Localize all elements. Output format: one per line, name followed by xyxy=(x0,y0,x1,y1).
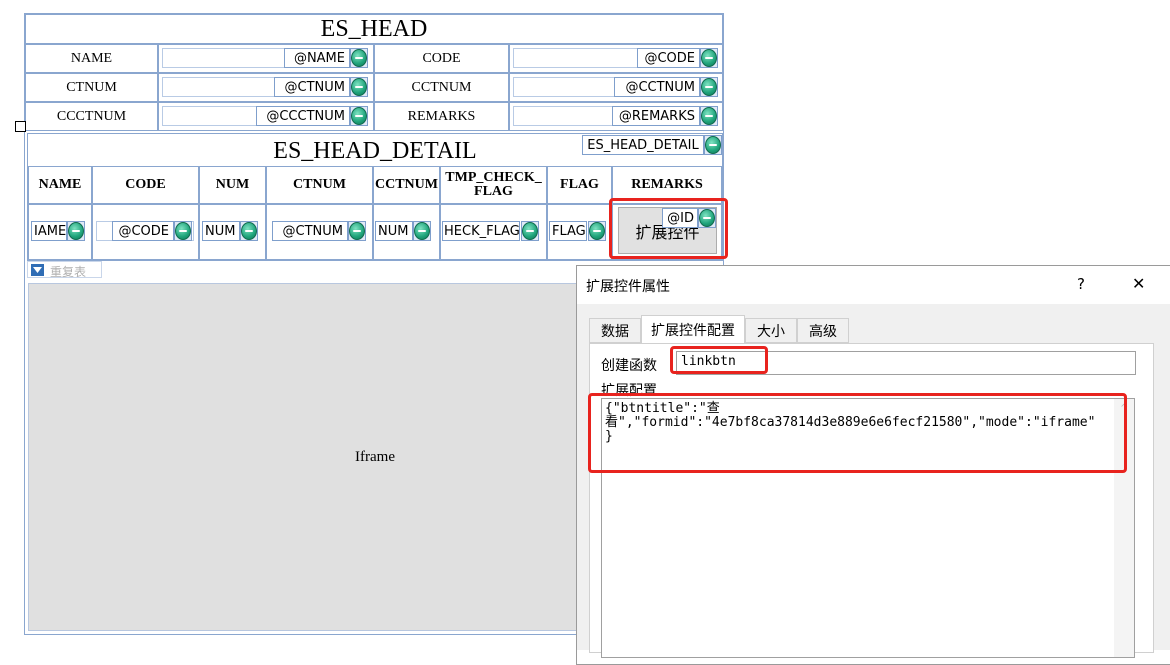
detail-num-tag[interactable]: NUM xyxy=(202,221,240,241)
detail-code-toggle[interactable] xyxy=(174,221,192,241)
label-remarks: REMARKS xyxy=(374,102,509,131)
circle-minus-icon xyxy=(701,78,717,96)
ctnum-field-toggle[interactable] xyxy=(350,77,368,97)
form-title: ES_HEAD xyxy=(25,14,723,44)
col-num: NUM xyxy=(199,166,266,204)
ccctnum-tag[interactable]: @CCCTNUM xyxy=(256,106,350,126)
code-tag[interactable]: @CODE xyxy=(637,48,700,68)
cctnum-tag[interactable]: @CCTNUM xyxy=(614,77,700,97)
circle-minus-icon xyxy=(522,222,538,240)
circle-minus-icon xyxy=(241,222,257,240)
tab-advanced[interactable]: 高级 xyxy=(797,318,849,343)
circle-minus-icon xyxy=(349,222,365,240)
repeat-table-label: 重复表 xyxy=(50,265,87,279)
detail-cctnum-toggle[interactable] xyxy=(413,221,431,241)
create-function-label: 创建函数 xyxy=(601,358,657,374)
col-name: NAME xyxy=(28,166,92,204)
cctnum-field-toggle[interactable] xyxy=(700,77,718,97)
circle-minus-icon xyxy=(589,222,605,240)
tab-extension-config[interactable]: 扩展控件配置 xyxy=(641,315,745,344)
dialog-titlebar: 扩展控件属性 ? ✕ xyxy=(577,266,1170,304)
col-code: CODE xyxy=(92,166,199,204)
label-code: CODE xyxy=(374,44,509,73)
highlight-extension-config xyxy=(588,393,1127,473)
detail-name-toggle[interactable] xyxy=(67,221,85,241)
repeat-table-bar: 重复表 xyxy=(27,261,102,279)
detail-ctnum-tag[interactable]: @CTNUM xyxy=(272,221,348,241)
detail-tag[interactable]: ES_HEAD_DETAIL xyxy=(582,135,704,155)
detail-flag-toggle[interactable] xyxy=(588,221,606,241)
help-button[interactable]: ? xyxy=(1077,275,1085,293)
highlight-extension-control xyxy=(609,198,728,259)
ccctnum-field-toggle[interactable] xyxy=(350,106,368,126)
circle-minus-icon xyxy=(701,49,717,67)
code-field-toggle[interactable] xyxy=(700,48,718,68)
detail-tmp-check-flag-tag[interactable]: HECK_FLAG xyxy=(442,221,520,241)
circle-minus-icon xyxy=(68,222,84,240)
label-cctnum: CCTNUM xyxy=(374,73,509,102)
tab-size[interactable]: 大小 xyxy=(745,318,797,343)
detail-code-tag[interactable]: @CODE xyxy=(112,221,174,241)
circle-minus-icon xyxy=(175,222,191,240)
tab-data[interactable]: 数据 xyxy=(589,318,641,343)
detail-name-tag[interactable]: IAME xyxy=(31,221,67,241)
label-ctnum: CTNUM xyxy=(25,73,158,102)
close-icon[interactable]: ✕ xyxy=(1132,274,1145,293)
remarks-tag[interactable]: @REMARKS xyxy=(612,106,700,126)
highlight-create-function xyxy=(670,346,768,374)
col-ctnum: CTNUM xyxy=(266,166,373,204)
circle-minus-icon xyxy=(705,136,721,154)
col-flag: FLAG xyxy=(547,166,612,204)
detail-tmp-check-flag-toggle[interactable] xyxy=(521,221,539,241)
label-name: NAME xyxy=(25,44,158,73)
name-field-toggle[interactable] xyxy=(350,48,368,68)
detail-ctnum-toggle[interactable] xyxy=(348,221,366,241)
remarks-field-toggle[interactable] xyxy=(700,106,718,126)
circle-minus-icon xyxy=(351,49,367,67)
circle-minus-icon xyxy=(701,107,717,125)
dialog-title: 扩展控件属性 xyxy=(586,279,670,295)
detail-num-toggle[interactable] xyxy=(240,221,258,241)
ctnum-tag[interactable]: @CTNUM xyxy=(274,77,350,97)
circle-minus-icon xyxy=(351,78,367,96)
name-tag[interactable]: @NAME xyxy=(284,48,350,68)
detail-toggle[interactable] xyxy=(704,135,722,155)
circle-minus-icon xyxy=(414,222,430,240)
detail-cctnum-tag[interactable]: NUM xyxy=(375,221,413,241)
dropdown-arrow-icon[interactable] xyxy=(31,264,44,276)
label-ccctnum: CCCTNUM xyxy=(25,102,158,131)
form-title-text: ES_HEAD xyxy=(320,15,428,42)
iframe-label: Iframe xyxy=(355,448,395,465)
detail-flag-tag[interactable]: FLAG xyxy=(549,221,587,241)
selection-handle[interactable] xyxy=(15,121,26,132)
col-tmp-check-flag: TMP_CHECK_ FLAG xyxy=(440,166,547,204)
circle-minus-icon xyxy=(351,107,367,125)
col-cctnum: CCTNUM xyxy=(373,166,440,204)
